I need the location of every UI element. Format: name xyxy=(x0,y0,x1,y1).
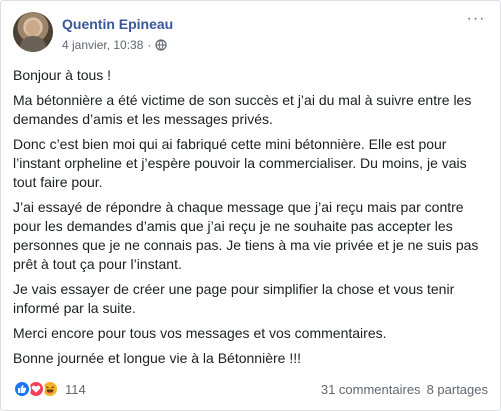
post-footer: 114 31 commentaires 8 partages xyxy=(13,378,488,400)
post-paragraph: Merci encore pour tous vos messages et v… xyxy=(13,325,387,341)
facebook-post: Quentin Epineau 4 janvier, 10:38 · ··· B… xyxy=(0,0,501,411)
post-body: Bonjour à tous ! Ma bétonnière a été vic… xyxy=(13,66,488,374)
author-name[interactable]: Quentin Epineau xyxy=(62,16,173,32)
post-paragraph: Ma bétonnière a été victime de son succè… xyxy=(13,92,472,127)
post-paragraph: Bonne journée et longue vie à la Bétonni… xyxy=(13,350,301,366)
meta-separator: · xyxy=(147,38,152,52)
reactions-summary[interactable]: 114 xyxy=(13,380,86,398)
avatar[interactable] xyxy=(13,12,53,52)
avatar-body xyxy=(20,36,46,52)
post-paragraph: J’ai essayé de répondre à chaque message… xyxy=(13,199,479,272)
post-paragraph: Bonjour à tous ! xyxy=(13,67,112,83)
avatar-head xyxy=(26,20,40,36)
post-paragraph: Je vais essayer de créer une page pour s… xyxy=(13,281,455,316)
post-date[interactable]: 4 janvier, 10:38 xyxy=(62,38,143,52)
post-paragraph: Donc c’est bien moi qui ai fabriqué cett… xyxy=(13,136,467,190)
post-stats: 31 commentaires 8 partages xyxy=(315,382,488,397)
post-header: Quentin Epineau 4 janvier, 10:38 · ··· xyxy=(13,11,488,56)
post-meta: 4 janvier, 10:38 · xyxy=(62,38,168,52)
globe-icon[interactable] xyxy=(155,39,168,51)
comments-count-link[interactable]: 31 commentaires xyxy=(321,382,421,397)
shares-count-link[interactable]: 8 partages xyxy=(427,382,488,397)
reaction-count[interactable]: 114 xyxy=(65,382,86,397)
more-options-icon[interactable]: ··· xyxy=(464,11,488,32)
like-icon[interactable] xyxy=(13,380,31,398)
